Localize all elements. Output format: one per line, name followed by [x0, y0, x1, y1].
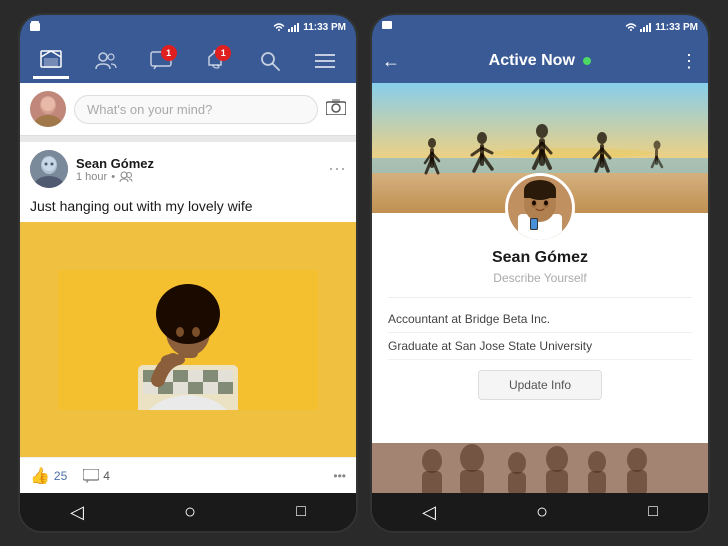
time-right: 11:33 PM: [655, 22, 698, 33]
left-phone: 11:33 PM: [18, 13, 358, 533]
notification-status-icon: [30, 21, 44, 33]
recents-btn-left[interactable]: □: [296, 503, 306, 521]
profile-name: Sean Gómez: [388, 249, 692, 267]
phones-container: 11:33 PM: [18, 13, 710, 533]
status-right-right: 11:33 PM: [625, 22, 698, 33]
profile-pic-svg: [508, 176, 572, 240]
wifi-icon: [273, 22, 285, 32]
post-time-privacy: 1 hour •: [76, 171, 320, 183]
bottom-strip-svg: [372, 443, 708, 493]
home-btn-left[interactable]: ○: [184, 501, 196, 524]
info-education: Graduate at San Jose State University: [388, 333, 692, 360]
likes-count: 25: [54, 469, 67, 483]
right-phone: 11:33 PM ← Active Now ⋮: [370, 13, 710, 533]
post-header: Sean Gómez 1 hour • ⋯: [20, 142, 356, 196]
profile-info: Sean Gómez Describe Yourself Accountant …: [372, 249, 708, 443]
post-options[interactable]: ⋯: [328, 159, 346, 180]
info-job: Accountant at Bridge Beta Inc.: [388, 306, 692, 333]
update-info-btn[interactable]: Update Info: [478, 370, 602, 400]
bottom-nav-left: ◁ ○ □: [20, 493, 356, 531]
post-author-name: Sean Gómez: [76, 156, 320, 171]
messages-badge: 1: [161, 45, 177, 61]
active-indicator-dot: [583, 57, 591, 65]
back-btn-left[interactable]: ◁: [70, 502, 84, 523]
user-avatar-story: [30, 91, 66, 127]
story-text-input[interactable]: What's on your mind?: [74, 95, 318, 124]
profile-pic-container: [505, 173, 575, 243]
nav-home[interactable]: [33, 43, 69, 79]
bottom-strip: [372, 443, 708, 493]
status-left-right: [382, 18, 396, 36]
active-now-text: Active Now: [489, 52, 575, 69]
camera-icon[interactable]: [326, 99, 346, 120]
more-icon: •••: [333, 469, 346, 483]
back-btn-bottom-right[interactable]: ◁: [422, 502, 436, 523]
feed-content: What's on your mind?: [20, 83, 356, 493]
status-icons-left: [30, 21, 44, 33]
more-action[interactable]: •••: [333, 469, 346, 483]
comment-icon: [83, 469, 99, 483]
nav-notifications[interactable]: 1: [197, 43, 233, 79]
wifi-icon-right: [625, 22, 637, 32]
post-actions: 👍 25 4 •••: [20, 457, 356, 493]
cover-section: [372, 83, 708, 213]
comments-count: 4: [103, 469, 110, 483]
status-bar-right: 11:33 PM: [372, 15, 708, 39]
recents-btn-bottom-right[interactable]: □: [648, 503, 658, 521]
story-input-bar[interactable]: What's on your mind?: [20, 83, 356, 136]
menu-icon: [315, 52, 335, 70]
home-btn-bottom-right[interactable]: ○: [536, 501, 548, 524]
nav-search[interactable]: [252, 43, 288, 79]
likes-action[interactable]: 👍 25: [30, 466, 67, 486]
signal-icon: [288, 22, 300, 32]
top-bar-right: ← Active Now ⋮: [372, 39, 708, 83]
post-meta: Sean Gómez 1 hour •: [76, 156, 320, 183]
profile-content: Sean Gómez Describe Yourself Accountant …: [372, 83, 708, 493]
divider-1: [388, 297, 692, 298]
post-image-svg: [58, 270, 318, 410]
active-now-title: Active Now: [408, 52, 672, 70]
bottom-nav-right: ◁ ○ □: [372, 493, 708, 531]
nav-menu[interactable]: [307, 43, 343, 79]
nav-messages[interactable]: 1: [143, 43, 179, 79]
notifications-badge: 1: [215, 45, 231, 61]
comments-action[interactable]: 4: [83, 469, 110, 483]
privacy-dot: •: [111, 171, 115, 183]
post-author-avatar: [30, 150, 68, 188]
profile-describe: Describe Yourself: [388, 271, 692, 285]
signal-icon-right: [640, 22, 652, 32]
friends-privacy-icon: [119, 171, 133, 183]
post-time-text: 1 hour: [76, 171, 107, 183]
post-card: Sean Gómez 1 hour • ⋯: [20, 142, 356, 493]
friends-icon: [94, 51, 118, 71]
more-options-btn[interactable]: ⋮: [680, 51, 698, 72]
nav-bar-left: 1 1: [20, 39, 356, 83]
profile-picture: [505, 173, 575, 243]
back-btn-right[interactable]: ←: [382, 51, 400, 72]
nav-friends[interactable]: [88, 43, 124, 79]
status-icon-right: [382, 19, 396, 31]
post-text: Just hanging out with my lovely wife: [20, 196, 356, 222]
status-bar-left: 11:33 PM: [20, 15, 356, 39]
search-icon: [260, 51, 280, 71]
status-right-left: 11:33 PM: [273, 22, 346, 33]
post-image: [20, 222, 356, 457]
like-icon: 👍: [30, 466, 50, 486]
time-left: 11:33 PM: [303, 22, 346, 33]
home-icon: [40, 50, 62, 70]
user-avatar-image: [30, 91, 66, 127]
post-author-image: [30, 150, 68, 188]
